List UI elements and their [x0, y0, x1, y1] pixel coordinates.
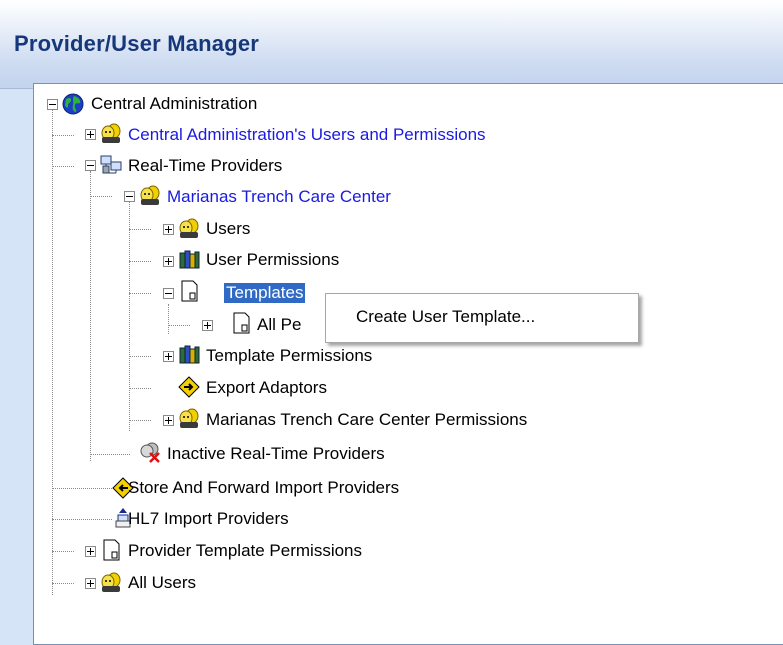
tree-line [129, 229, 151, 230]
node-label: Store And Forward Import Providers [128, 478, 400, 497]
expand-toggle[interactable] [85, 546, 96, 557]
tree-node-provider-template-permissions[interactable]: Provider Template Permissions [126, 536, 364, 566]
tree-node-marianas-trench[interactable]: Marianas Trench Care Center [165, 182, 393, 212]
tree-line [52, 488, 112, 489]
tree-line [168, 304, 169, 334]
expand-toggle[interactable] [202, 320, 213, 331]
users-icon [101, 572, 121, 592]
users-icon [140, 185, 160, 205]
globe-icon [62, 93, 84, 115]
document-icon [181, 280, 198, 302]
tree-node-central-administration[interactable]: Central Administration [89, 89, 259, 119]
node-label: User Permissions [206, 250, 340, 269]
collapse-toggle[interactable] [47, 99, 58, 110]
document-icon [233, 312, 250, 334]
tree-node-inactive-providers[interactable]: Inactive Real-Time Providers [165, 439, 387, 469]
create-user-template-menu-item[interactable]: Create User Template... [356, 307, 535, 327]
tree-line [168, 325, 190, 326]
tree-line [129, 293, 151, 294]
tree-line [52, 583, 74, 584]
node-label: Central Administration [91, 94, 258, 113]
window-title: Provider/User Manager [14, 31, 260, 56]
node-label: Templates [224, 283, 306, 303]
expand-toggle[interactable] [85, 578, 96, 589]
collapse-toggle[interactable] [124, 191, 135, 202]
tree-line [129, 420, 151, 421]
tree-node-templates[interactable]: Templates [224, 278, 306, 308]
provider-tree[interactable]: Central Administration Central Administr… [34, 84, 783, 644]
expand-toggle[interactable] [163, 351, 174, 362]
tree-line [52, 519, 112, 520]
provider-user-manager-window: Provider/User Manager Central Administra… [0, 0, 783, 645]
tree-panel: Central Administration Central Administr… [33, 83, 783, 645]
permissions-books-icon [179, 345, 200, 364]
node-label: HL7 Import Providers [128, 509, 289, 528]
node-label: Users [206, 219, 251, 238]
tree-node-real-time-providers[interactable]: Real-Time Providers [126, 151, 284, 181]
node-label: All Pe [257, 315, 302, 334]
document-icon [103, 539, 120, 561]
title-bar: Provider/User Manager [0, 0, 783, 89]
tree-line [90, 196, 112, 197]
tree-line [129, 201, 130, 431]
node-label: Provider Template Permissions [128, 541, 362, 560]
collapse-toggle[interactable] [163, 288, 174, 299]
tree-node-mt-permissions[interactable]: Marianas Trench Care Center Permissions [204, 405, 529, 435]
expand-toggle[interactable] [163, 224, 174, 235]
tree-line [52, 166, 74, 167]
tree-line [52, 551, 74, 552]
node-label: Marianas Trench Care Center [167, 187, 391, 206]
tree-line [52, 110, 53, 595]
tree-node-store-forward[interactable]: Store And Forward Import Providers [126, 473, 401, 503]
tree-line [90, 454, 130, 455]
tree-node-hl7-import[interactable]: HL7 Import Providers [126, 504, 291, 534]
collapse-toggle[interactable] [85, 160, 96, 171]
node-label: Export Adaptors [206, 378, 327, 397]
inactive-users-icon [140, 442, 160, 463]
tree-line [129, 261, 151, 262]
node-label: Template Permissions [206, 346, 373, 365]
tree-node-ca-users-permissions[interactable]: Central Administration's Users and Permi… [126, 120, 488, 150]
node-label: Real-Time Providers [128, 156, 283, 175]
users-icon [179, 218, 199, 238]
users-icon [101, 123, 121, 143]
tree-line [90, 171, 91, 461]
expand-toggle[interactable] [163, 415, 174, 426]
node-label: Inactive Real-Time Providers [167, 444, 385, 463]
network-computers-icon [100, 155, 122, 174]
tree-line [52, 135, 74, 136]
node-label: Central Administration's Users and Permi… [128, 125, 486, 144]
permissions-books-icon [179, 250, 200, 269]
tree-line [129, 356, 151, 357]
expand-toggle[interactable] [163, 256, 174, 267]
tree-node-all-pe[interactable]: All Pe [255, 310, 303, 340]
context-menu: Create User Template... [325, 293, 639, 343]
tree-node-all-users[interactable]: All Users [126, 568, 198, 598]
users-icon [179, 408, 199, 428]
tree-node-users[interactable]: Users [204, 214, 252, 244]
node-label: Marianas Trench Care Center Permissions [206, 410, 528, 429]
expand-toggle[interactable] [85, 129, 96, 140]
adaptor-diamond-icon [178, 376, 200, 398]
tree-line [129, 388, 151, 389]
node-label: All Users [128, 573, 197, 592]
tree-node-template-permissions[interactable]: Template Permissions [204, 341, 374, 371]
tree-node-user-permissions[interactable]: User Permissions [204, 245, 341, 275]
tree-node-export-adaptors[interactable]: Export Adaptors [204, 373, 329, 403]
